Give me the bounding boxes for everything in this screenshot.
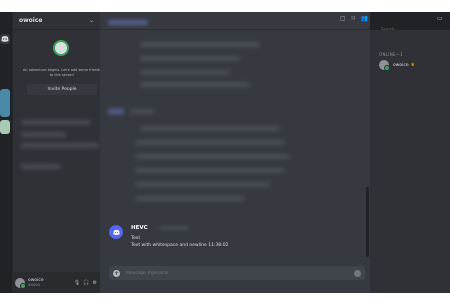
message-placeholder [140,56,240,61]
user-tag: #0000 [28,283,40,287]
home-button[interactable] [0,34,10,44]
server-name: owoice [19,17,43,24]
message-timestamp [159,226,189,230]
header-toolbar: ▢ ⌑ 👥 [340,15,368,22]
message-placeholder [135,182,270,187]
message-placeholder [135,140,285,145]
message-composer: + [109,266,365,280]
message-input[interactable] [126,270,354,276]
server-icon[interactable] [0,89,10,117]
discord-logo-icon [1,36,9,42]
message-placeholder [108,109,124,114]
discord-logo-icon[interactable] [109,225,123,239]
message-placeholder [140,70,230,75]
user-meta: owoice #0000 [28,278,71,287]
inbox-icon[interactable]: ▭ [437,15,443,22]
message-author[interactable]: HEVC [131,225,148,231]
members-icon[interactable]: 👥 [361,15,368,22]
channel-sidebar: owoice ⌄ An adventure begins. Let's add … [12,12,103,293]
server-header[interactable]: owoice ⌄ [13,12,100,30]
member-item[interactable]: owoice ♛ [379,60,415,71]
threads-icon[interactable]: ▢ [340,15,346,22]
message-placeholder [140,42,260,47]
bell-icon[interactable]: ⌑ [352,15,355,22]
channel-item[interactable] [21,143,99,148]
chevron-down-icon: ⌄ [88,17,94,24]
message-placeholder [108,20,148,25]
member-list: ONLINE—1 owoice ♛ [370,30,450,293]
member-name: owoice [393,62,409,68]
chat-scrollbar[interactable] [366,187,369,257]
message-placeholder [130,109,155,114]
invite-people-button[interactable]: Invite People [27,84,97,95]
invite-description: An adventure begins. Let's add some frie… [22,68,102,77]
channel-item[interactable] [21,164,61,169]
server-rail [0,12,12,293]
message-placeholder [135,196,245,201]
discord-window: owoice ⌄ An adventure begins. Let's add … [0,12,450,293]
channel-item[interactable] [21,120,91,125]
message-placeholder [140,82,250,87]
gear-icon[interactable]: ⚙ [93,280,97,286]
member-group-header: ONLINE—1 [379,52,404,57]
channel-item[interactable] [21,132,66,137]
microphone-icon[interactable]: 🎙 [74,280,80,286]
server-icon[interactable] [0,120,10,134]
avatar[interactable] [15,277,26,289]
message-placeholder [135,154,290,159]
headset-icon[interactable]: 🎧 [83,280,89,286]
search-box[interactable] [378,16,432,34]
avatar [379,60,390,71]
invite-card: An adventure begins. Let's add some frie… [21,38,103,104]
message-placeholder [140,126,280,131]
plus-icon[interactable]: + [113,269,120,277]
message-text: Text [131,236,141,241]
invite-illustration-icon [53,40,69,56]
message-text: Text with whitespace and newline 11:38:0… [131,243,229,248]
chat-area: HEVC Text Text with whitespace and newli… [100,12,370,293]
message-placeholder [135,168,285,173]
crown-icon: ♛ [410,62,415,68]
user-panel: owoice #0000 🎙 🎧 ⚙ [12,272,100,293]
emoji-icon[interactable] [354,269,361,277]
